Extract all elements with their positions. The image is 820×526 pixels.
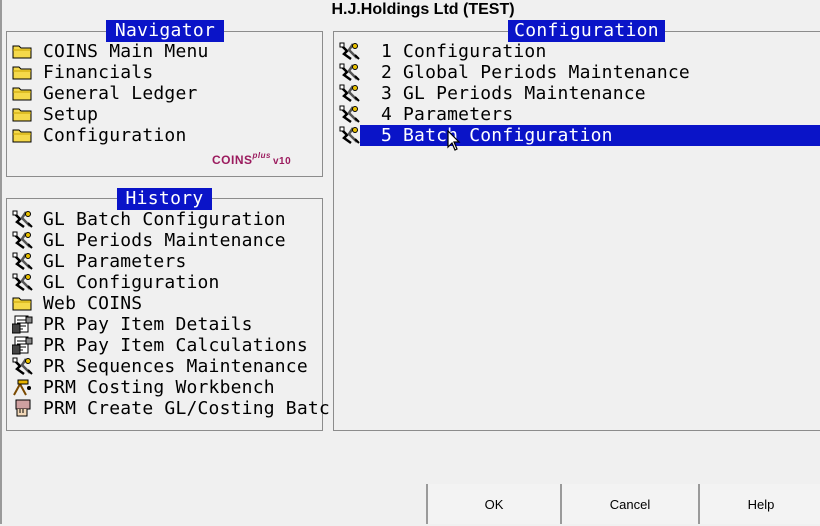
window-title: H.J.Holdings Ltd (TEST) <box>331 1 515 18</box>
tools-icon <box>339 126 361 145</box>
folder-icon <box>12 63 34 82</box>
coins-logo: COINSplusv10 <box>212 151 292 167</box>
navigator-item[interactable]: Configuration <box>12 125 312 146</box>
configuration-item-label: Batch Configuration <box>403 125 613 146</box>
hand-icon <box>12 399 34 418</box>
navigator-item-label: Setup <box>43 104 99 125</box>
configuration-item[interactable]: 2 Global Periods Maintenance <box>339 62 809 83</box>
history-item[interactable]: GL Batch Configuration <box>12 209 312 230</box>
configuration-item-number: 5 <box>381 125 393 146</box>
form-icon <box>11 315 34 334</box>
history-item-label: GL Configuration <box>43 272 220 293</box>
configuration-item[interactable]: 4 Parameters <box>339 104 809 125</box>
mouse-cursor-icon <box>447 130 461 151</box>
folder-icon <box>12 126 34 145</box>
history-item-label: GL Batch Configuration <box>43 209 286 230</box>
history-item[interactable]: PRM Costing Workbench <box>12 377 312 398</box>
configuration-item-number: 4 <box>381 104 393 125</box>
history-item[interactable]: PR Sequences Maintenance <box>12 356 312 377</box>
configuration-item[interactable]: 3 GL Periods Maintenance <box>339 83 809 104</box>
folder-icon <box>12 84 34 103</box>
history-item-label: Web COINS <box>43 293 143 314</box>
history-item[interactable]: GL Parameters <box>12 251 312 272</box>
tools-icon <box>12 273 34 292</box>
window-left-edge <box>0 0 2 524</box>
history-item-label: PR Pay Item Details <box>43 314 253 335</box>
folder-icon <box>12 42 34 61</box>
history-item-label: PRM Costing Workbench <box>43 377 275 398</box>
configuration-item[interactable]: 5 Batch Configuration <box>339 125 809 146</box>
navigator-item[interactable]: Financials <box>12 62 312 83</box>
history-item-label: PR Pay Item Calculations <box>43 335 308 356</box>
configuration-item-number: 3 <box>381 83 393 104</box>
navigator-title: Navigator <box>106 20 224 42</box>
workbench-icon <box>12 378 34 397</box>
history-item[interactable]: GL Configuration <box>12 272 312 293</box>
history-item[interactable]: PR Pay Item Details <box>11 314 312 335</box>
navigator-item[interactable]: General Ledger <box>12 83 312 104</box>
configuration-item-label: GL Periods Maintenance <box>403 83 646 104</box>
navigator-item-label: Financials <box>43 62 154 83</box>
tools-icon <box>339 63 361 82</box>
configuration-title: Configuration <box>508 20 665 42</box>
navigator-item-label: COINS Main Menu <box>43 41 209 62</box>
ok-button[interactable]: OK <box>426 484 560 524</box>
navigator-item[interactable]: Setup <box>12 104 312 125</box>
history-title: History <box>117 188 212 210</box>
history-item[interactable]: PR Pay Item Calculations <box>11 335 312 356</box>
help-button[interactable]: Help <box>698 484 820 524</box>
configuration-item-label: Parameters <box>403 104 514 125</box>
history-item-label: GL Periods Maintenance <box>43 230 286 251</box>
configuration-item-number: 1 <box>381 41 393 62</box>
navigator-item-label: Configuration <box>43 125 187 146</box>
history-item[interactable]: Web COINS <box>12 293 312 314</box>
folder-icon <box>12 294 34 313</box>
history-item[interactable]: PRM Create GL/Costing Batc <box>12 398 330 419</box>
folder-icon <box>12 105 34 124</box>
configuration-item-label: Global Periods Maintenance <box>403 62 690 83</box>
history-item-label: PR Sequences Maintenance <box>43 356 308 377</box>
history-item-label: PRM Create GL/Costing Batc <box>43 398 330 419</box>
tools-icon <box>339 42 361 61</box>
tools-icon <box>12 231 34 250</box>
configuration-item-label: Configuration <box>403 41 547 62</box>
tools-icon <box>339 84 361 103</box>
form-icon <box>11 336 34 355</box>
cancel-button[interactable]: Cancel <box>560 484 698 524</box>
history-item-label: GL Parameters <box>43 251 187 272</box>
tools-icon <box>12 357 34 376</box>
tools-icon <box>339 105 361 124</box>
history-item[interactable]: GL Periods Maintenance <box>12 230 312 251</box>
navigator-item[interactable]: COINS Main Menu <box>12 41 312 62</box>
tools-icon <box>12 252 34 271</box>
configuration-item[interactable]: 1 Configuration <box>339 41 809 62</box>
tools-icon <box>12 210 34 229</box>
configuration-item-number: 2 <box>381 62 393 83</box>
navigator-item-label: General Ledger <box>43 83 198 104</box>
